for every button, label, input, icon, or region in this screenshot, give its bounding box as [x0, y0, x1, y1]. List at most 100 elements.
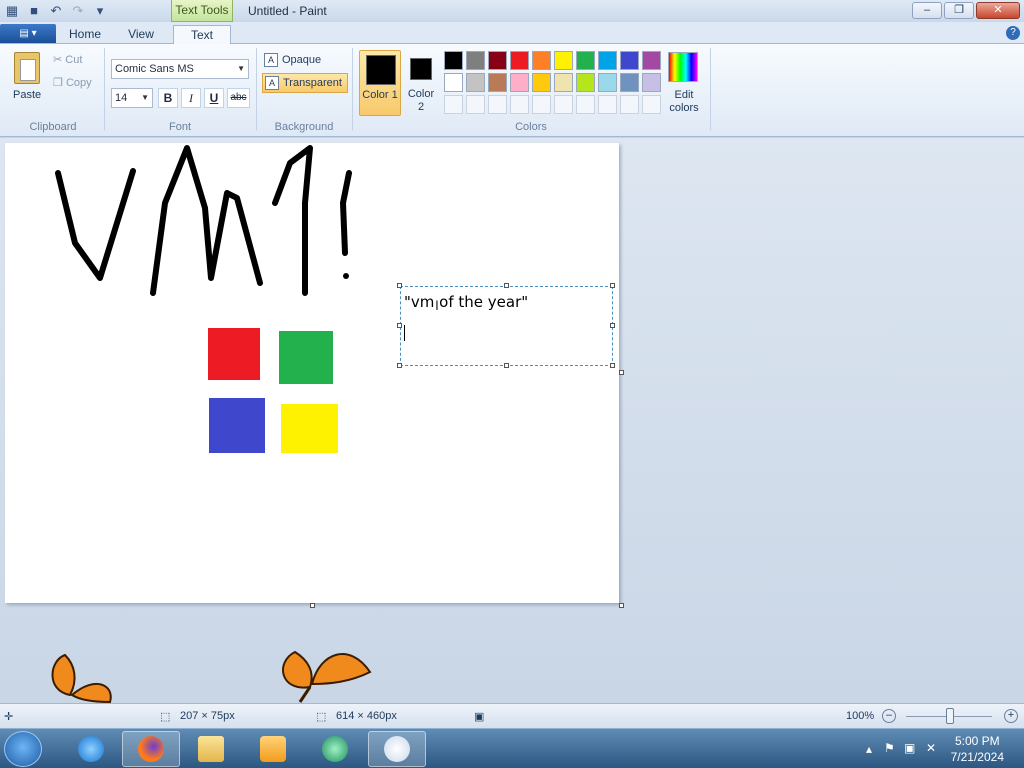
tab-home[interactable]: Home — [60, 25, 110, 44]
customize-qat-icon[interactable]: ▾ — [92, 3, 108, 19]
clipboard-icon[interactable] — [14, 52, 40, 84]
palette-swatch[interactable] — [488, 73, 507, 92]
zoom-slider-thumb[interactable] — [946, 708, 954, 724]
tab-text[interactable]: Text — [173, 25, 231, 44]
file-size-icon: ▣ — [474, 711, 485, 723]
tab-view[interactable]: View — [116, 25, 166, 44]
palette-swatch[interactable] — [444, 51, 463, 70]
start-button[interactable] — [4, 731, 42, 767]
palette-swatch[interactable] — [554, 51, 573, 70]
palette-empty-swatch — [554, 95, 573, 114]
drawing-canvas[interactable] — [5, 143, 619, 603]
palette-swatch[interactable] — [598, 51, 617, 70]
help-icon[interactable]: ? — [1006, 26, 1020, 40]
color2-label: Color 2 — [407, 88, 435, 113]
font-size-value: 14 — [115, 92, 128, 104]
transparent-label: Transparent — [283, 77, 342, 89]
palette-swatch[interactable] — [466, 73, 485, 92]
palette-swatch[interactable] — [642, 73, 661, 92]
ribbon-separator — [352, 48, 353, 130]
canvas-resize-handle[interactable] — [310, 603, 315, 608]
move-cursor-icon: ✛ — [4, 711, 14, 723]
strikethrough-button[interactable]: abc — [227, 88, 250, 108]
copy-icon: ❐ — [53, 77, 63, 89]
text-box-handle[interactable] — [610, 323, 615, 328]
media-player-button[interactable] — [244, 731, 302, 767]
butterfly-image — [51, 653, 112, 703]
green-square — [279, 331, 333, 384]
font-size-dropdown[interactable]: 14 ▼ — [111, 88, 153, 108]
palette-swatch[interactable] — [466, 51, 485, 70]
palette-empty-swatch — [576, 95, 595, 114]
paint-menu-button[interactable]: ▤ ▾ — [0, 24, 56, 43]
palette-swatch[interactable] — [576, 51, 595, 70]
ribbon-separator — [710, 48, 711, 130]
palette-swatch[interactable] — [576, 73, 595, 92]
zoom-in-button[interactable]: + — [1004, 709, 1018, 723]
palette-swatch[interactable] — [554, 73, 573, 92]
color2-button[interactable]: Color 2 — [404, 50, 438, 116]
palette-swatch[interactable] — [642, 51, 661, 70]
background-group-label: Background — [274, 121, 334, 133]
show-hidden-icons-icon[interactable]: ▴ — [866, 742, 872, 756]
maximize-button[interactable]: ❐ — [944, 2, 974, 19]
color1-swatch — [366, 55, 396, 85]
save-icon[interactable]: ■ — [26, 3, 42, 19]
canvas-resize-handle[interactable] — [619, 370, 624, 375]
palette-swatch[interactable] — [532, 51, 551, 70]
bold-button[interactable]: B — [158, 88, 178, 108]
palette-swatch[interactable] — [488, 51, 507, 70]
scissors-icon: ✂ — [53, 54, 63, 66]
undo-icon[interactable]: ↶ — [48, 3, 64, 19]
stroke-exclamation — [339, 170, 352, 256]
font-family-dropdown[interactable]: Comic Sans MS ▼ — [111, 59, 249, 79]
text-box-handle[interactable] — [610, 363, 615, 368]
action-center-flag-icon[interactable]: ⚑ — [884, 741, 895, 755]
internet-explorer-button[interactable] — [62, 731, 120, 767]
transparent-option[interactable]: A Transparent — [262, 73, 348, 93]
color1-button[interactable]: Color 1 — [359, 50, 401, 116]
underline-button[interactable]: U — [204, 88, 224, 108]
file-explorer-button[interactable] — [182, 731, 240, 767]
text-box-handle[interactable] — [610, 283, 615, 288]
speaker-muted-icon[interactable]: ✕ — [926, 741, 936, 755]
text-box[interactable]: "vm of the year" I — [400, 286, 613, 366]
clock-date: 7/21/2024 — [950, 750, 1004, 764]
italic-button[interactable]: I — [181, 88, 201, 108]
cut-label: Cut — [65, 54, 83, 66]
palette-swatch[interactable] — [444, 73, 463, 92]
palette-swatch[interactable] — [620, 73, 639, 92]
media-center-button[interactable] — [306, 731, 364, 767]
text-box-handle[interactable] — [397, 283, 402, 288]
palette-swatch[interactable] — [598, 73, 617, 92]
palette-swatch[interactable] — [510, 51, 529, 70]
paint-app-icon[interactable]: ▦ — [4, 3, 20, 19]
clock[interactable]: 5:00 PM 7/21/2024 — [951, 733, 1004, 765]
minimize-button[interactable]: – — [912, 2, 942, 19]
firefox-button[interactable] — [122, 731, 180, 767]
paste-button[interactable]: Paste — [13, 89, 41, 101]
close-button[interactable]: ✕ — [976, 2, 1020, 19]
text-box-handle[interactable] — [504, 283, 509, 288]
edit-colors-label[interactable]: Edit colors — [664, 89, 704, 115]
palette-swatch[interactable] — [510, 73, 529, 92]
opaque-option[interactable]: A Opaque — [262, 51, 348, 71]
color1-label: Color 1 — [362, 89, 398, 101]
canvas-resize-handle[interactable] — [619, 603, 624, 608]
palette-swatch[interactable] — [532, 73, 551, 92]
palette-empty-swatch — [510, 95, 529, 114]
text-box-handle[interactable] — [397, 363, 402, 368]
zoom-out-button[interactable]: – — [882, 709, 896, 723]
text-caret — [404, 325, 405, 341]
network-icon[interactable]: ▣ — [904, 741, 915, 755]
transparent-icon: A — [265, 76, 279, 90]
window-title: Untitled - Paint — [248, 4, 327, 18]
palette-swatch[interactable] — [620, 51, 639, 70]
text-box-handle[interactable] — [504, 363, 509, 368]
text-box-handle[interactable] — [397, 323, 402, 328]
text-box-content[interactable]: "vm of the year" — [404, 293, 528, 311]
redo-icon[interactable]: ↷ — [70, 3, 86, 19]
edit-colors-icon[interactable] — [668, 52, 698, 82]
paint-taskbar-button[interactable] — [368, 731, 426, 767]
butterfly-image — [282, 650, 372, 703]
